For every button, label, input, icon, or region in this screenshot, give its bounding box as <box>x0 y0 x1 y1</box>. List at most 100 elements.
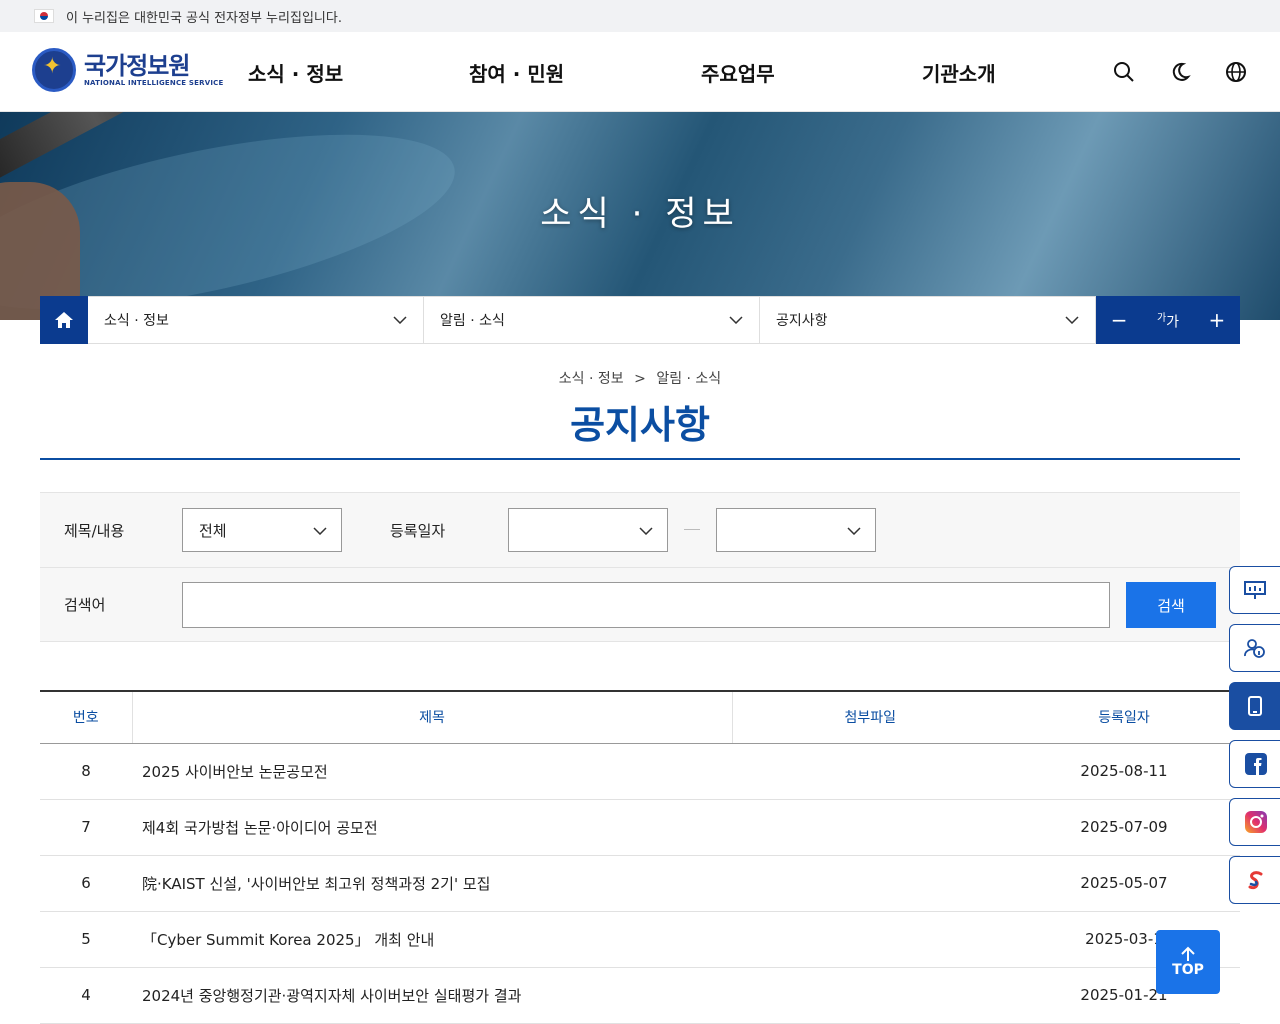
font-decrease-button[interactable]: − <box>1111 308 1128 332</box>
chevron-down-icon <box>313 521 327 539</box>
notice-table: 번호 제목 첨부파일 등록일자 8 2025 사이버안보 논문공모전 2025-… <box>40 690 1240 1024</box>
presentation-icon <box>1244 581 1266 599</box>
row-no: 6 <box>40 855 132 912</box>
row-file <box>732 743 1008 800</box>
location-depth3-label: 공지사항 <box>776 313 828 329</box>
font-increase-button[interactable]: + <box>1208 308 1225 332</box>
search-field-label: 제목/내용 <box>64 522 125 540</box>
font-size-large-label: 가 <box>1166 314 1180 331</box>
quick-instagram-button[interactable] <box>1229 798 1280 846</box>
arrow-up-icon <box>1181 946 1195 961</box>
row-date: 2025-05-07 <box>1008 855 1240 912</box>
font-size-icon: 가가 <box>1157 309 1179 332</box>
search-field-select[interactable]: 전체 <box>182 508 342 552</box>
date-range-dash <box>684 529 700 530</box>
row-title-link[interactable]: 「Cyber Summit Korea 2025」 개최 안내 <box>132 911 732 968</box>
row-title-link[interactable]: 2024년 중앙행정기관·광역지자체 사이버보안 실태평가 결과 <box>132 967 732 1024</box>
gnb-news[interactable]: 소식 · 정보 <box>248 32 343 112</box>
mobile-icon <box>1248 696 1262 716</box>
breadcrumb-item[interactable]: 알림 · 소식 <box>656 371 721 387</box>
table-row[interactable]: 7 제4회 국가방첩 논문·아이디어 공모전 2025-07-09 <box>40 799 1240 856</box>
row-file <box>732 855 1008 912</box>
table-row[interactable]: 4 2024년 중앙행정기관·광역지자체 사이버보안 실태평가 결과 2025-… <box>40 967 1240 1024</box>
row-file <box>732 911 1008 968</box>
logo[interactable]: 국가정보원 NATIONAL INTELLIGENCE SERVICE <box>32 48 223 92</box>
location-depth1-select[interactable]: 소식 · 정보 <box>88 296 424 344</box>
keyword-label: 검색어 <box>64 596 106 614</box>
row-no: 7 <box>40 799 132 856</box>
globe-icon[interactable] <box>1222 58 1250 86</box>
page-title: 공지사항 <box>570 403 710 447</box>
table-header-row: 번호 제목 첨부파일 등록일자 <box>40 690 1240 744</box>
chevron-down-icon <box>393 312 407 328</box>
nis-emblem-icon <box>32 48 76 92</box>
sns-icon <box>1248 871 1263 890</box>
row-title-link[interactable]: 院·KAIST 신설, '사이버안보 최고위 정책과정 2기' 모집 <box>132 855 732 912</box>
title-divider <box>40 458 1240 460</box>
col-header-no: 번호 <box>40 690 132 744</box>
gnb-tasks[interactable]: 주요업무 <box>701 32 775 112</box>
col-header-file: 첨부파일 <box>732 690 1008 744</box>
header: 국가정보원 NATIONAL INTELLIGENCE SERVICE 소식 ·… <box>0 32 1280 112</box>
row-date: 2025-08-11 <box>1008 743 1240 800</box>
facebook-icon <box>1245 753 1267 775</box>
date-to-select[interactable] <box>716 508 876 552</box>
location-depth1-label: 소식 · 정보 <box>104 313 169 329</box>
search-field-value: 전체 <box>199 521 227 540</box>
gnb-participation[interactable]: 참여 · 민원 <box>469 32 564 112</box>
breadcrumb-separator: > <box>634 371 646 387</box>
row-file <box>732 967 1008 1024</box>
chevron-down-icon <box>1065 312 1079 328</box>
row-no: 5 <box>40 911 132 968</box>
table-row[interactable]: 8 2025 사이버안보 논문공모전 2025-08-11 <box>40 743 1240 800</box>
search-row-divider <box>40 567 1240 568</box>
quick-mobile-button[interactable] <box>1229 682 1280 730</box>
font-size-control: − 가가 + <box>1096 296 1240 344</box>
quick-presentation-button[interactable] <box>1229 566 1280 614</box>
keyword-input[interactable] <box>182 582 1110 628</box>
scroll-top-button[interactable]: TOP <box>1156 930 1220 994</box>
row-title-link[interactable]: 제4회 국가방첩 논문·아이디어 공모전 <box>132 799 732 856</box>
info-person-icon <box>1244 639 1265 658</box>
hero-title: 소식 · 정보 <box>540 194 740 234</box>
breadcrumb: 소식 · 정보 > 알림 · 소식 <box>0 368 1280 388</box>
location-depth2-label: 알림 · 소식 <box>440 313 505 329</box>
logo-name-en: NATIONAL INTELLIGENCE SERVICE <box>84 79 224 87</box>
row-no: 4 <box>40 967 132 1024</box>
logo-name: 국가정보원 <box>84 52 190 80</box>
col-header-date: 등록일자 <box>1008 690 1240 744</box>
quick-sns-button[interactable] <box>1229 856 1280 904</box>
gov-banner: 이 누리집은 대한민국 공식 전자정부 누리집입니다. <box>0 0 1280 32</box>
table-row[interactable]: 5 「Cyber Summit Korea 2025」 개최 안내 2025-0… <box>40 911 1240 968</box>
search-icon[interactable] <box>1110 58 1138 86</box>
location-depth3-select[interactable]: 공지사항 <box>760 296 1096 344</box>
row-no: 8 <box>40 743 132 800</box>
phone-image <box>0 112 209 185</box>
gov-banner-text: 이 누리집은 대한민국 공식 전자정부 누리집입니다. <box>66 10 342 26</box>
korea-flag-icon <box>34 9 54 23</box>
location-bar: 소식 · 정보 알림 · 소식 공지사항 − 가가 + <box>40 296 1240 344</box>
row-file <box>732 799 1008 856</box>
col-header-title: 제목 <box>131 690 733 744</box>
breadcrumb-item[interactable]: 소식 · 정보 <box>559 371 624 387</box>
hero-banner: 소식 · 정보 <box>0 112 1280 320</box>
quick-info-button[interactable] <box>1229 624 1280 672</box>
instagram-icon <box>1245 811 1267 833</box>
row-title-link[interactable]: 2025 사이버안보 논문공모전 <box>132 743 732 800</box>
row-date: 2025-07-09 <box>1008 799 1240 856</box>
moon-icon[interactable] <box>1166 58 1194 86</box>
home-icon[interactable] <box>40 296 88 344</box>
search-box: 제목/내용 전체 등록일자 검색어 검색 <box>40 492 1240 642</box>
scroll-top-label: TOP <box>1172 962 1204 978</box>
date-label: 등록일자 <box>390 522 446 540</box>
date-from-select[interactable] <box>508 508 668 552</box>
chevron-down-icon <box>847 521 861 539</box>
chevron-down-icon <box>639 521 653 539</box>
chevron-down-icon <box>729 312 743 328</box>
search-button[interactable]: 검색 <box>1126 582 1216 628</box>
quick-facebook-button[interactable] <box>1229 740 1280 788</box>
table-row[interactable]: 6 院·KAIST 신설, '사이버안보 최고위 정책과정 2기' 모집 202… <box>40 855 1240 912</box>
location-depth2-select[interactable]: 알림 · 소식 <box>424 296 760 344</box>
gnb-about[interactable]: 기관소개 <box>922 32 996 112</box>
font-size-small-label: 가 <box>1156 312 1167 324</box>
